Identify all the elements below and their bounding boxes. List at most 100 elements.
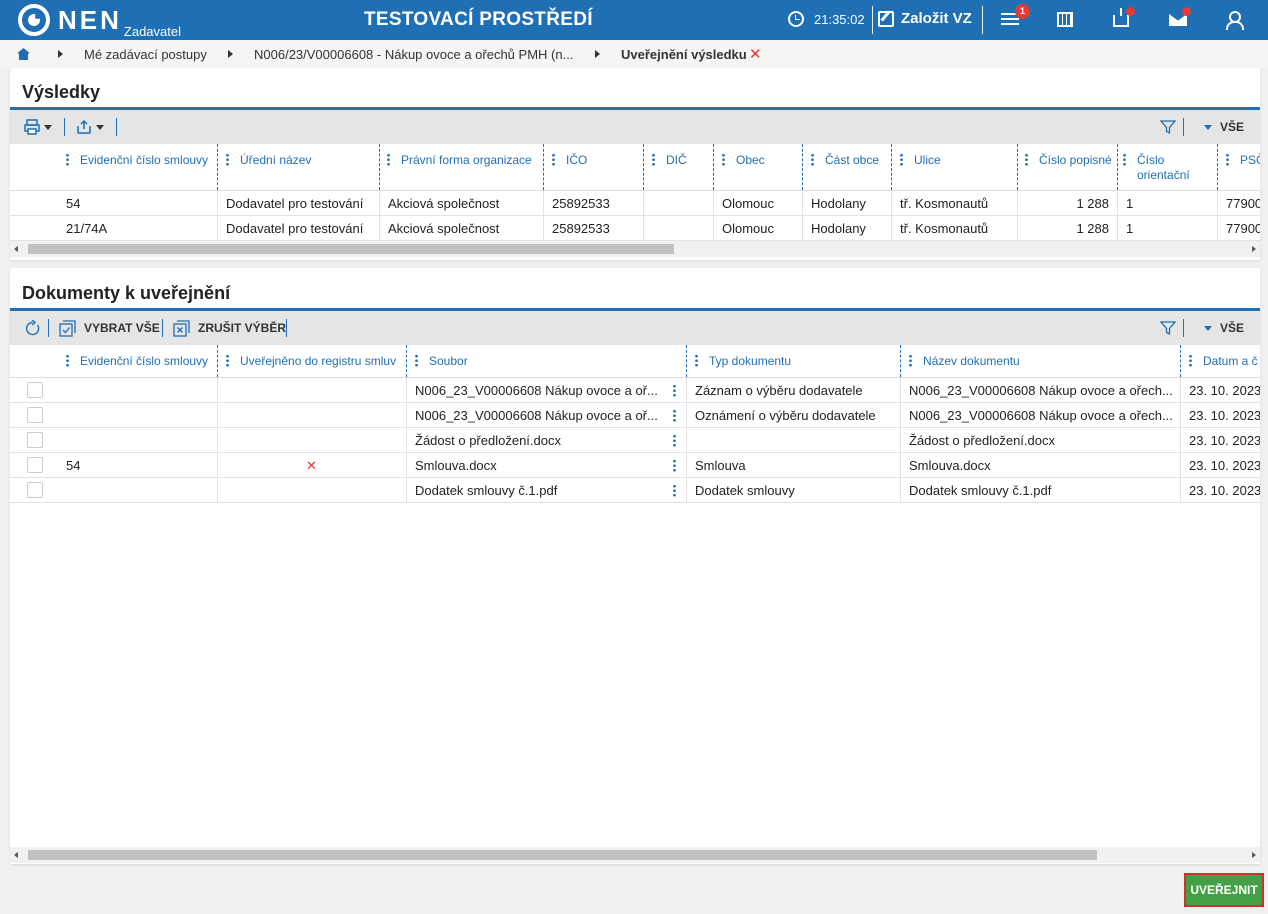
cell-divider [900,403,901,428]
menu-icon[interactable]: 1 [1001,4,1030,30]
cell-registry-published: ✕ [306,458,317,473]
user-icon[interactable] [1224,10,1244,30]
filter-button[interactable] [1160,110,1176,144]
select-all-button[interactable]: VYBRAT VŠE [59,311,160,345]
column-header-city[interactable]: Obec [736,144,798,190]
cell-contract-number [66,478,209,503]
inbox-icon[interactable] [1113,7,1135,30]
cell-file: Dodatek smlouvy č.1.pdf [415,483,558,498]
cell-contract-number [66,378,209,403]
cell-divider [379,216,380,241]
column-menu-icon[interactable] [66,354,69,367]
column-menu-icon[interactable] [66,153,69,166]
row-checkbox[interactable] [27,457,43,473]
table-row[interactable]: 54 Dodavatel pro testování Akciová společn… [10,191,1260,216]
column-menu-icon[interactable] [226,153,229,166]
column-menu-icon[interactable] [552,153,555,166]
column-menu-icon[interactable] [1226,153,1229,166]
column-header-document-type[interactable]: Typ dokumentu [709,345,896,377]
scroll-left-icon[interactable] [14,852,18,858]
column-header-contract-number[interactable]: Evidenční číslo smlouvy [80,144,213,190]
cell-divider [686,453,687,478]
table-row[interactable]: 54 ✕ Smlouva.docx Smlouva Smlouva.docx 23. 10… [10,453,1260,478]
column-header-file[interactable]: Soubor [429,345,682,377]
mail-icon[interactable] [1169,7,1191,30]
documents-panel: Dokumenty k uveřejnění VYBRAT VŠE ZRUŠIT… [10,268,1260,864]
close-tab-icon[interactable]: ✕ [749,45,762,63]
deselect-button[interactable]: ZRUŠIT VÝBĚR [173,311,286,345]
filter-all-dropdown[interactable]: VŠE [1200,110,1244,144]
column-menu-icon[interactable] [722,153,725,166]
scroll-left-icon[interactable] [14,246,18,252]
nen-logo[interactable]: NEN Zadavatel [18,4,181,39]
column-header-ico[interactable]: IČO [566,144,639,190]
column-header-orientation-number[interactable]: Číslo orientační [1137,144,1213,190]
create-vz-button[interactable]: Založit VZ [878,10,972,27]
file-menu-icon[interactable] [673,434,676,447]
row-checkbox[interactable] [27,407,43,423]
file-menu-icon[interactable] [673,384,676,397]
column-menu-icon[interactable] [1025,153,1028,166]
cell-registry-published [217,428,406,453]
column-menu-icon[interactable] [909,354,912,367]
column-menu-icon[interactable] [415,354,418,367]
column-header-official-name[interactable]: Úřední název [240,144,375,190]
filter-all-dropdown[interactable]: VŠE [1200,311,1244,345]
column-header-legal-form[interactable]: Právní forma organizace [401,144,539,190]
column-header-contract-number[interactable]: Evidenční číslo smlouvy [80,345,213,377]
file-menu-icon[interactable] [673,459,676,472]
export-button[interactable] [76,110,104,144]
cell-divider [686,403,687,428]
table-row[interactable]: Žádost o předložení.docx Žádost o předlož… [10,428,1260,453]
column-header-city-part[interactable]: Část obce [825,144,887,190]
scrollbar-thumb[interactable] [28,244,674,254]
home-icon[interactable] [17,48,30,60]
table-row[interactable]: N006_23_V00006608 Nákup ovoce a oř... Záz… [10,378,1260,403]
scrollbar-thumb[interactable] [28,850,1097,860]
column-menu-icon[interactable] [695,354,698,367]
column-menu-icon[interactable] [1189,354,1192,367]
column-menu-icon[interactable] [811,153,814,166]
filter-button[interactable] [1160,311,1176,345]
cell-divider [379,191,380,216]
breadcrumb-my-procedures[interactable]: Mé zadávací postupy [84,47,207,62]
column-menu-icon[interactable] [226,354,229,367]
column-header-postal-code[interactable]: PSČ [1240,144,1260,190]
row-checkbox[interactable] [27,382,43,398]
column-header-house-number[interactable]: Číslo popisné [1039,144,1113,190]
documents-horizontal-scrollbar[interactable] [10,847,1260,863]
column-header-street[interactable]: Ulice [914,144,1013,190]
calendar-icon[interactable] [1057,10,1077,30]
results-horizontal-scrollbar[interactable] [10,241,1260,257]
breadcrumb-procedure[interactable]: N006/23/V00006608 - Nákup ovoce a ořechů… [254,47,573,62]
row-checkbox[interactable] [27,432,43,448]
column-header-document-name[interactable]: Název dokumentu [923,345,1176,377]
clock-icon [788,11,804,27]
row-checkbox[interactable] [27,482,43,498]
scroll-right-icon[interactable] [1252,246,1256,252]
column-menu-icon[interactable] [900,153,903,166]
table-row[interactable]: 21/74A Dodavatel pro testování Akciová spo… [10,216,1260,241]
filter-icon [1160,120,1176,135]
column-menu-icon[interactable] [1123,153,1126,166]
column-header-date[interactable]: Datum a č [1203,345,1260,377]
file-menu-icon[interactable] [673,484,676,497]
refresh-button[interactable] [24,311,41,345]
filter-icon [1160,321,1176,336]
cell-divider [643,216,644,241]
column-header-dic[interactable]: DIČ [666,144,709,190]
scroll-right-icon[interactable] [1252,852,1256,858]
table-row[interactable]: N006_23_V00006608 Nákup ovoce a oř... Ozn… [10,403,1260,428]
file-menu-icon[interactable] [673,409,676,422]
column-menu-icon[interactable] [387,153,390,166]
column-header-registry-published[interactable]: Uveřejněno do registru smluv [240,345,402,377]
publish-button[interactable]: UVEŘEJNIT [1184,873,1264,907]
cell-city: Olomouc [722,221,775,236]
cell-document-type: Záznam o výběru dodavatele [695,383,863,398]
column-menu-icon[interactable] [652,153,655,166]
logo-subtitle: Zadavatel [123,24,181,39]
cell-divider [802,216,803,241]
print-button[interactable] [24,110,52,144]
table-row[interactable]: Dodatek smlouvy č.1.pdf Dodatek smlouvy Do… [10,478,1260,503]
cell-city: Olomouc [722,196,775,211]
